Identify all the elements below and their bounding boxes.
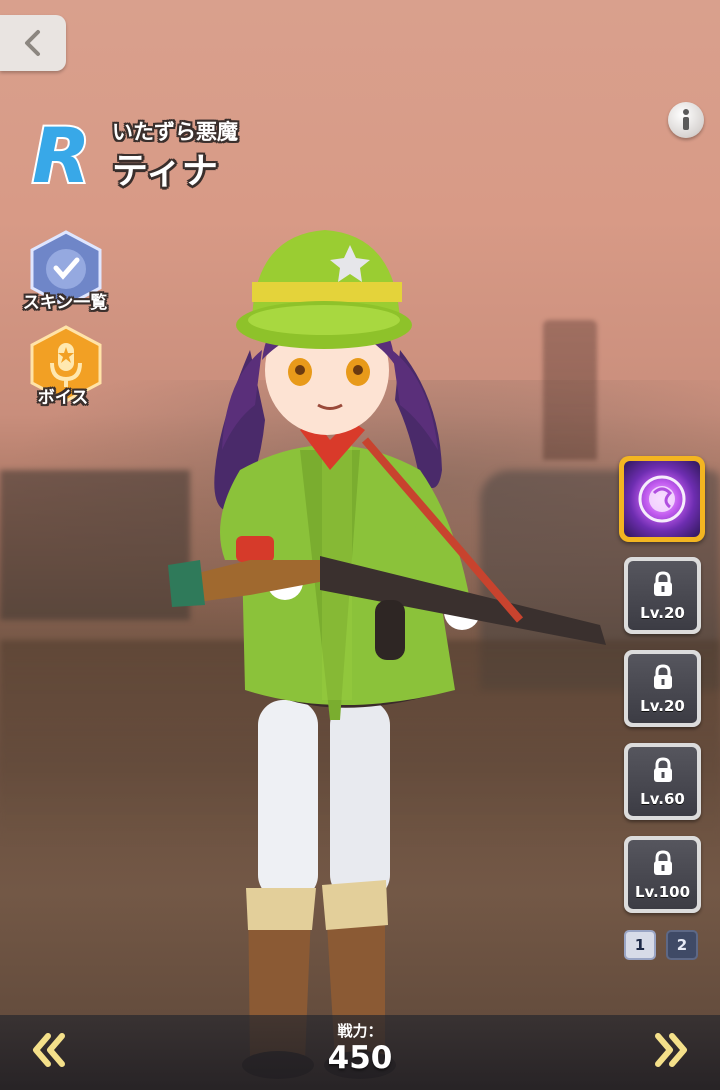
rarity-letter: R <box>32 112 91 192</box>
skill-slot-active[interactable] <box>619 456 705 542</box>
skill-unlock-level: Lv.20 <box>640 604 685 622</box>
lock-icon <box>654 757 672 782</box>
voice-button[interactable]: ボイス <box>0 325 110 415</box>
skill-orb-icon <box>624 461 700 537</box>
page-tab-1[interactable]: 1 <box>624 930 656 960</box>
skill-slot-locked[interactable]: Lv.100 <box>624 836 701 913</box>
lock-icon <box>654 664 672 689</box>
character-illustration <box>168 230 606 1079</box>
skill-unlock-level: Lv.100 <box>634 883 691 901</box>
skill-slot-locked[interactable]: Lv.60 <box>624 743 701 820</box>
page-tab-2[interactable]: 2 <box>666 930 698 960</box>
skin-list-button[interactable]: スキン一覧 <box>0 230 110 320</box>
power-label: 戦力： <box>337 1022 383 1040</box>
power-value: 450 <box>327 1040 393 1076</box>
info-button[interactable] <box>668 102 704 138</box>
info-icon <box>683 109 689 130</box>
lock-icon <box>654 850 672 875</box>
lock-icon <box>654 571 672 596</box>
skill-slot-locked[interactable]: Lv.20 <box>624 557 701 634</box>
chevron-left-icon <box>25 30 40 56</box>
back-button[interactable] <box>0 15 66 71</box>
voice-label: ボイス <box>37 388 89 408</box>
skill-slot-locked[interactable]: Lv.20 <box>624 650 701 727</box>
skill-unlock-level: Lv.60 <box>640 790 685 808</box>
background-scene <box>0 0 720 1090</box>
rarity-badge: R <box>30 112 93 192</box>
skill-unlock-level: Lv.20 <box>640 697 685 715</box>
character-name: ティナ <box>112 151 218 192</box>
skin-list-label: スキン一覧 <box>22 293 108 313</box>
